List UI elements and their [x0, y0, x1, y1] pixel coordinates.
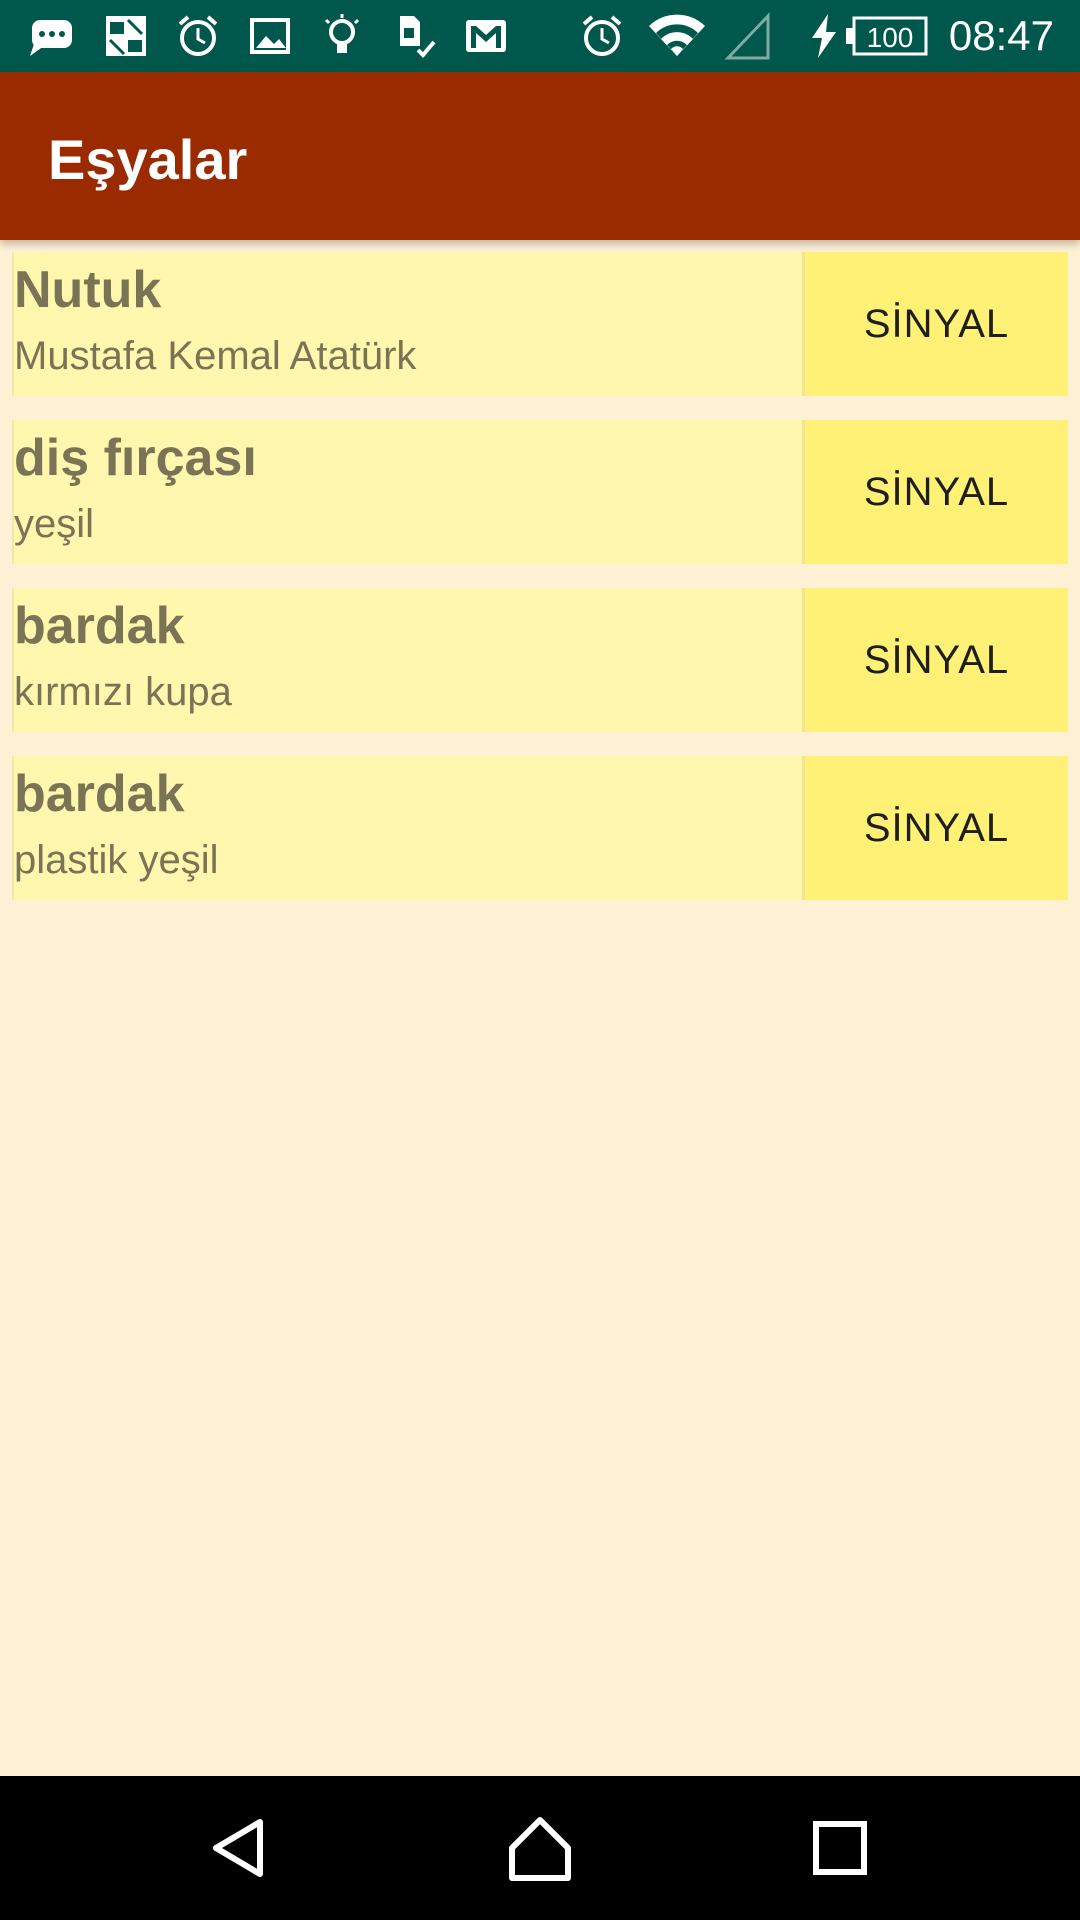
status-time: 08:47 [948, 12, 1054, 59]
app-icon [102, 12, 150, 60]
item-description: kırmızı kupa [14, 670, 232, 714]
wifi-icon [646, 12, 708, 60]
recents-icon[interactable] [804, 1812, 876, 1884]
image-icon [246, 12, 294, 60]
list-item: bardak plastik yeşil SİNYAL [12, 756, 1068, 900]
item-description: Mustafa Kemal Atatürk [14, 334, 417, 378]
cell-signal-icon [724, 12, 772, 60]
message-icon [28, 12, 76, 60]
home-icon[interactable] [504, 1812, 576, 1884]
list-item: diş fırçası yeşil SİNYAL [12, 420, 1068, 564]
item-name: diş fırçası [14, 429, 257, 487]
item-list: Nutuk Mustafa Kemal Atatürk SİNYAL diş f… [12, 252, 1068, 924]
signal-button[interactable]: SİNYAL [802, 420, 1068, 564]
navigation-bar [0, 1776, 1080, 1920]
status-bar: 100 08:47 [0, 0, 1080, 72]
app-bar: Eşyalar [0, 72, 1080, 240]
list-item: bardak kırmızı kupa SİNYAL [12, 588, 1068, 732]
svg-text:100: 100 [867, 22, 914, 53]
item-name: bardak [14, 597, 185, 655]
signal-button[interactable]: SİNYAL [802, 252, 1068, 396]
item-description: yeşil [14, 502, 95, 546]
alarm-outline-icon [174, 12, 222, 60]
item-name: bardak [14, 765, 185, 823]
list-item: Nutuk Mustafa Kemal Atatürk SİNYAL [12, 252, 1068, 396]
battery-icon: 100 [844, 12, 930, 60]
sim-check-icon [390, 12, 438, 60]
back-icon[interactable] [204, 1812, 276, 1884]
charging-icon [806, 12, 842, 60]
signal-button[interactable]: SİNYAL [802, 756, 1068, 900]
alarm-icon [578, 12, 626, 60]
bulb-icon [318, 12, 366, 60]
gmail-icon [462, 12, 510, 60]
item-description: plastik yeşil [14, 838, 219, 882]
item-name: Nutuk [14, 261, 162, 319]
page-title: Eşyalar [48, 128, 248, 191]
signal-button[interactable]: SİNYAL [802, 588, 1068, 732]
